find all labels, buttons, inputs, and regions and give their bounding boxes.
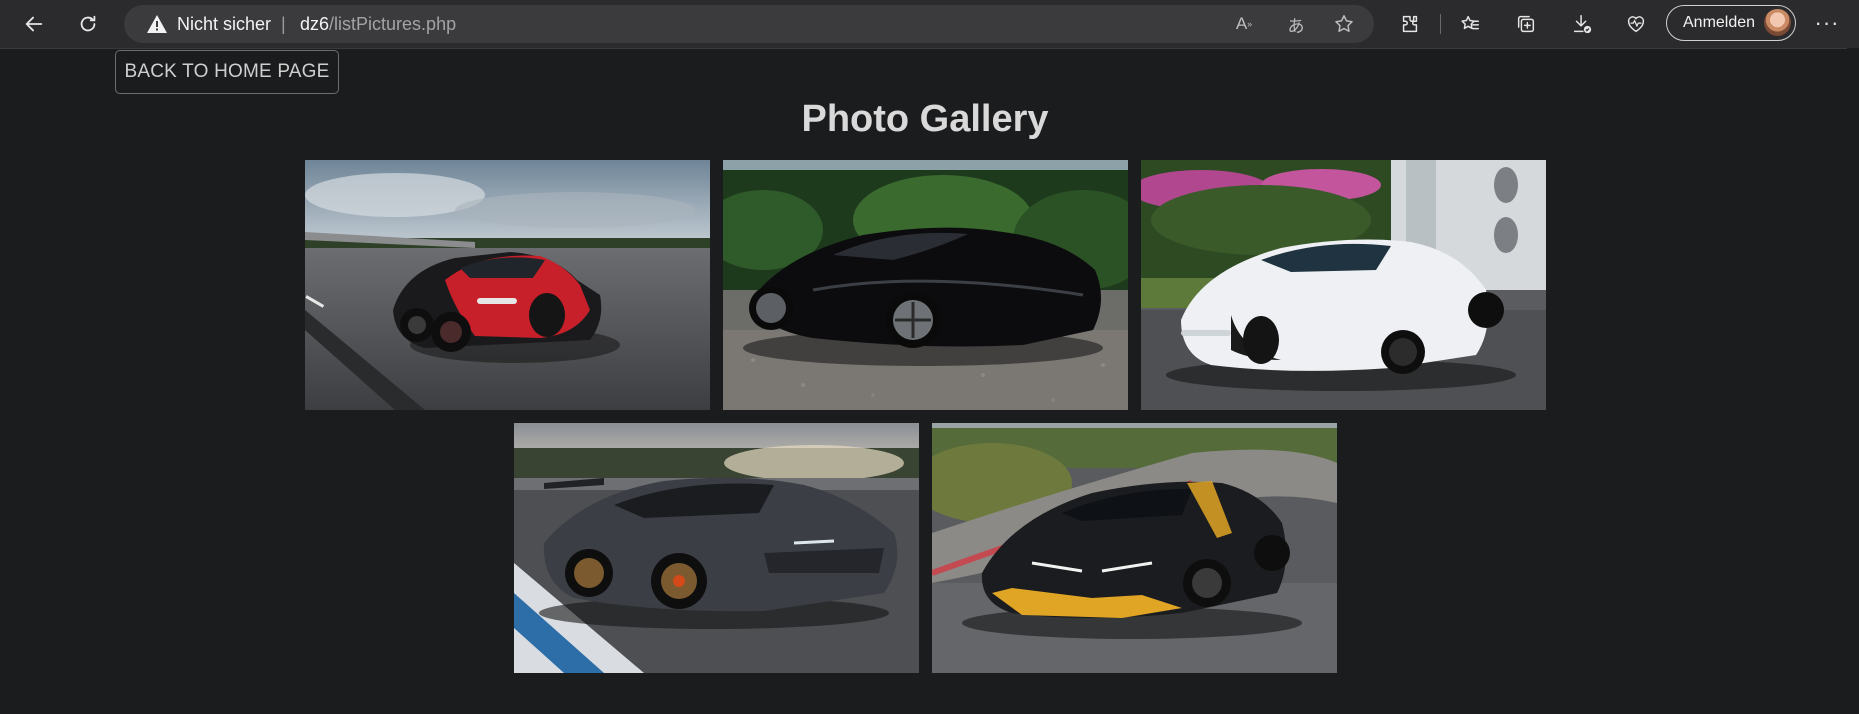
black-bugatti-image	[723, 160, 1128, 410]
sign-in-button[interactable]: Anmelden	[1666, 5, 1796, 41]
translate-icon[interactable]: あ	[1284, 12, 1308, 36]
favorite-star-icon[interactable]	[1332, 12, 1356, 36]
browser-essentials-icon[interactable]	[1620, 8, 1652, 40]
extensions-icon[interactable]	[1394, 8, 1426, 40]
address-separator: |	[281, 14, 286, 34]
back-arrow-icon[interactable]	[18, 8, 50, 40]
more-menu-icon[interactable]: ···	[1812, 10, 1842, 38]
security-status-label[interactable]: Nicht sicher	[177, 14, 271, 35]
grey-lamborghini-image	[514, 423, 919, 673]
browser-toolbar: Nicht sicher | dz6/listPictures.php A» あ…	[0, 0, 1859, 49]
page-content: BACK TO HOME PAGE Photo Gallery	[0, 48, 1859, 714]
gallery-photo-2[interactable]	[723, 160, 1128, 410]
white-bugatti-image	[1141, 160, 1546, 410]
gallery-photo-1[interactable]	[305, 160, 710, 410]
gallery-photo-3[interactable]	[1141, 160, 1546, 410]
page-title: Photo Gallery	[801, 98, 1049, 140]
page-scrollbar[interactable]	[1847, 48, 1859, 714]
read-aloud-icon[interactable]: A»	[1232, 12, 1256, 36]
url-text[interactable]: dz6/listPictures.php	[300, 14, 456, 35]
url-path: /listPictures.php	[329, 14, 457, 34]
warning-icon[interactable]	[146, 14, 168, 34]
collections-icon[interactable]	[1510, 8, 1542, 40]
favorites-icon[interactable]	[1454, 8, 1486, 40]
gallery-photo-4[interactable]	[514, 423, 919, 673]
downloads-icon[interactable]	[1566, 8, 1598, 40]
url-host: dz6	[300, 14, 330, 34]
avatar	[1764, 9, 1791, 36]
back-to-home-button[interactable]: BACK TO HOME PAGE	[115, 50, 339, 94]
red-bugatti-image	[305, 160, 710, 410]
toolbar-divider	[1440, 14, 1441, 34]
gallery-photo-5[interactable]	[932, 423, 1337, 673]
black-yellow-lamborghini-image	[932, 423, 1337, 673]
address-bar[interactable]: Nicht sicher | dz6/listPictures.php A» あ	[124, 5, 1374, 43]
refresh-icon[interactable]	[72, 8, 104, 40]
sign-in-label: Anmelden	[1683, 14, 1756, 31]
